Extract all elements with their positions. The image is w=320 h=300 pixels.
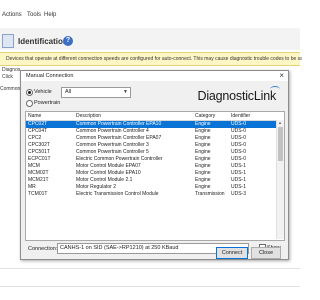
cell-name: MCM21T [28,177,49,183]
connect-button[interactable]: Connect [216,247,248,259]
cell-identifier: UDS-1 [231,170,247,176]
cell-category: Engine [195,170,211,176]
cell-description: Motor Regulator 2 [76,184,117,190]
cell-name: CPC302T [28,142,50,148]
cell-identifier: UDS-1 [231,184,247,190]
vehicle-select-value: All [65,89,72,95]
cell-description: Electric Transmission Control Module [76,191,159,197]
divider [0,286,300,287]
close-icon[interactable]: × [279,71,284,81]
cell-description: Motor Control Module 2.1 [76,177,133,183]
cell-identifier: UDS-1 [231,163,247,169]
cell-identifier: UDS-0 [231,135,247,141]
device-table: Name Description Category Identifier CPC… [25,111,285,241]
vehicle-select[interactable]: All ▼ [61,87,131,98]
powertrain-radio[interactable] [26,100,33,107]
cell-description: Motor Control Module EPA10 [76,170,141,176]
cell-description: Motor Control Module EPA07 [76,163,141,169]
cell-identifier: UDS-3 [231,191,247,197]
bg-text-common: Common [0,86,21,92]
cell-description: Common Powertrain Controller EPA07 [76,135,162,141]
cell-identifier: UDS-0 [231,149,247,155]
scroll-thumb[interactable] [278,127,283,161]
identification-icon [2,34,14,48]
table-row[interactable]: ECPC01T Electric Common Powertrain Contro… [26,156,276,163]
cell-description: Common Powertrain Controller EPA10 [76,121,162,127]
table-row[interactable]: CPC2 Common Powertrain Controller EPA07 En… [26,135,276,142]
menu-tools[interactable]: Tools [27,12,41,18]
cell-category: Engine [195,121,211,127]
cell-category: Engine [195,177,211,183]
vehicle-radio-label: Vehicle [34,89,52,95]
bg-text-diagnos: Diagnos [2,67,21,73]
help-icon[interactable]: ? [63,36,73,46]
table-row[interactable]: CPC02T Common Powertrain Controller EPA10… [26,121,276,128]
table-row[interactable]: MCM02T Motor Control Module EPA10 Engine UD… [26,170,276,177]
bg-text-click: Click [2,74,13,80]
column-category[interactable]: Category [195,113,215,119]
cell-name: CPC04T [28,128,48,134]
scroll-up-icon[interactable]: ▲ [278,120,282,125]
cell-identifier: UDS-0 [231,121,247,127]
cell-category: Engine [195,163,211,169]
cell-name: MCM [28,163,40,169]
page-title: Identification [18,37,68,46]
divider [0,268,300,269]
cell-category: Transmission [195,191,225,197]
table-row[interactable]: CPC04T Common Powertrain Controller 4 Engi… [26,128,276,135]
table-row[interactable]: MCM Motor Control Module EPA07 Engine UDS-1 [26,163,276,170]
table-row[interactable]: CPC302T Common Powertrain Controller 3 Eng… [26,142,276,149]
column-identifier[interactable]: Identifier [231,113,250,119]
chevron-down-icon: ▼ [123,89,128,95]
cell-identifier: UDS-0 [231,128,247,134]
column-name[interactable]: Name [28,113,41,119]
table-row[interactable]: TCM01T Electric Transmission Control Modu… [26,191,276,198]
cell-name: MCM02T [28,170,49,176]
cell-name: CPC02T [28,121,48,127]
table-row[interactable]: MR Motor Regulator 2 Engine UDS-1 [26,184,276,191]
cell-description: Electric Common Powertrain Controller [76,156,163,162]
diagnosticlink-logo: DiagnosticLink [197,89,277,103]
cell-name: ECPC01T [28,156,51,162]
cell-category: Engine [195,128,211,134]
cell-category: Engine [195,149,211,155]
connection-label: Connection: [28,246,58,252]
warning-text: Devices that operate at different connec… [6,56,302,62]
connection-value: CANHS-1 on SID (SAE->RP1210) at 250 KBau… [60,245,179,251]
cell-identifier: UDS-0 [231,142,247,148]
menu-help[interactable]: Help [44,12,56,18]
manual-connection-dialog: Manual Connection × Vehicle All ▼ Powert… [20,70,289,260]
table-header: Name Description Category Identifier [26,112,284,121]
cell-description: Common Powertrain Controller 4 [76,128,149,134]
cell-identifier: UDS-0 [231,156,247,162]
cell-name: CPC501T [28,149,50,155]
table-row[interactable]: MCM21T Motor Control Module 2.1 Engine UDS-… [26,177,276,184]
cell-category: Engine [195,135,211,141]
cell-description: Common Powertrain Controller 5 [76,149,149,155]
cell-name: MR [28,184,36,190]
cell-description: Common Powertrain Controller 3 [76,142,149,148]
cell-name: CPC2 [28,135,42,141]
scrollbar[interactable]: ▲ [276,120,284,239]
close-button[interactable]: Close [251,247,281,259]
cell-category: Engine [195,184,211,190]
cell-name: TCM01T [28,191,48,197]
cell-category: Engine [195,142,211,148]
dialog-title: Manual Connection [26,73,74,79]
menu-actions[interactable]: Actions [2,12,22,18]
powertrain-radio-label: Powertrain [34,100,61,106]
cell-identifier: UDS-1 [231,177,247,183]
column-description[interactable]: Description [76,113,101,119]
cell-category: Engine [195,156,211,162]
table-row[interactable]: CPC501T Common Powertrain Controller 5 Eng… [26,149,276,156]
vehicle-radio[interactable] [26,89,33,96]
